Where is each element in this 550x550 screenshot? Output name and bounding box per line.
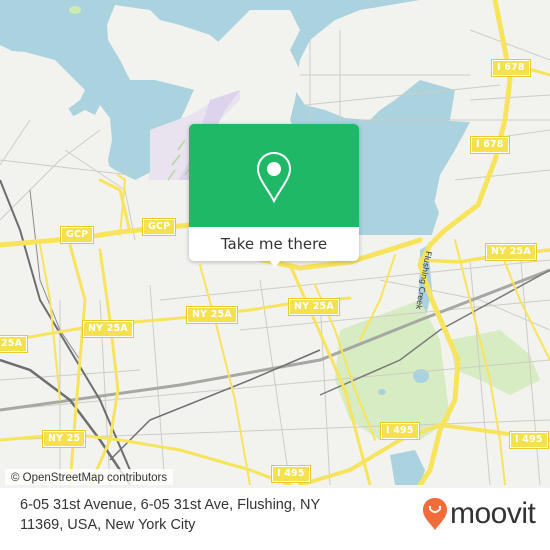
route-shield-gcp: GCP bbox=[141, 218, 177, 236]
route-shield-i495: I 495 bbox=[380, 422, 420, 440]
route-shield-ny25a: NY 25A bbox=[186, 306, 238, 324]
take-me-there-button[interactable]: Take me there bbox=[189, 227, 359, 261]
map-canvas[interactable]: GCP GCP I 678 I 678 NY 25A NY 25A NY 25A… bbox=[0, 0, 550, 485]
popup-header bbox=[189, 124, 359, 227]
address-text: 6-05 31st Avenue, 6-05 31st Ave, Flushin… bbox=[20, 497, 320, 533]
route-shield-ny25: NY 25 bbox=[41, 430, 87, 448]
route-shield-i678: I 678 bbox=[491, 59, 531, 77]
route-shield-i495: I 495 bbox=[271, 465, 311, 483]
moovit-logo[interactable]: moovit bbox=[422, 497, 536, 531]
route-shield-i678: I 678 bbox=[470, 136, 510, 154]
route-shield-i495: I 495 bbox=[509, 431, 549, 449]
popup-pointer bbox=[267, 258, 283, 267]
moovit-pin-icon bbox=[423, 498, 447, 530]
route-shield-ny25a: NY 25A bbox=[288, 298, 340, 316]
route-shield-ny25a: NY 25A bbox=[82, 320, 134, 338]
route-shield-25a: 25A bbox=[0, 335, 29, 353]
route-shield-gcp: GCP bbox=[59, 226, 95, 244]
moovit-wordmark: moovit bbox=[450, 497, 536, 530]
map-attribution[interactable]: © OpenStreetMap contributors bbox=[5, 469, 174, 485]
location-popup: Take me there bbox=[189, 124, 359, 267]
address-footer: 6-05 31st Avenue, 6-05 31st Ave, Flushin… bbox=[0, 488, 550, 550]
route-shield-ny25a: NY 25A bbox=[485, 243, 537, 261]
map-pin-icon bbox=[256, 151, 292, 203]
